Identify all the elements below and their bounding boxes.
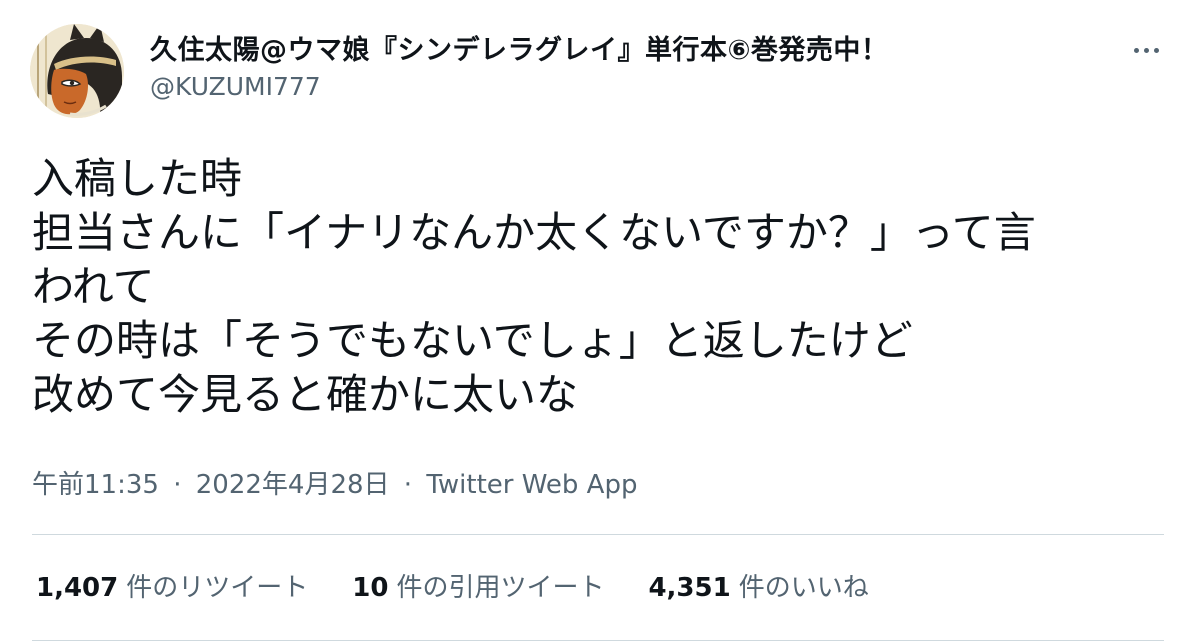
tweet-text: 入稿した時 担当さんに「イナリなんか太くないですか？」って言 われて その時は「… [32, 152, 1172, 422]
tweet-source-link[interactable]: Twitter Web App [426, 470, 637, 500]
tweet-card: 久住太陽@ウマ娘『シンデレラグレイ』単行本⑥巻発売中！ @KUZUMI777 入… [0, 0, 1200, 642]
like-label: 件のいいね [738, 573, 869, 603]
quote-count: 10 [352, 573, 389, 603]
divider [32, 534, 1164, 535]
avatar[interactable] [30, 24, 124, 118]
tweet-stats: 1,407 件のリツイート 10 件の引用ツイート 4,351 件のいいね [36, 567, 913, 604]
tweet-text-line: 担当さんに「イナリなんか太くないですか？」って言 [32, 208, 1036, 257]
tweet-text-line: その時は「そうでもないでしょ」と返したけど [32, 316, 913, 365]
tweet-text-line: 改めて今見ると確かに太いな [32, 370, 579, 419]
retweet-label: 件のリツイート [126, 573, 309, 603]
more-icon[interactable] [1128, 40, 1164, 60]
tweet-date: 2022年4月28日 [195, 470, 390, 500]
like-count: 4,351 [648, 573, 731, 603]
author-handle[interactable]: @KUZUMI777 [150, 72, 321, 101]
divider [32, 640, 1164, 641]
avatar-image [30, 24, 124, 118]
likes-stat-link[interactable]: 4,351 件のいいね [648, 567, 868, 604]
author-display-name[interactable]: 久住太陽@ウマ娘『シンデレラグレイ』単行本⑥巻発売中！ [150, 28, 888, 67]
retweet-count: 1,407 [36, 573, 119, 603]
tweet-text-line: われて [32, 262, 155, 311]
tweet-time: 午前11:35 [32, 470, 159, 500]
quote-label: 件の引用ツイート [396, 573, 605, 603]
retweets-stat-link[interactable]: 1,407 件のリツイート [36, 567, 308, 604]
quotes-stat-link[interactable]: 10 件の引用ツイート [352, 567, 604, 604]
meta-separator: · [403, 470, 413, 500]
meta-separator: · [173, 470, 182, 500]
tweet-meta: 午前11:35 · 2022年4月28日 · Twitter Web App [32, 464, 637, 501]
tweet-time-link[interactable]: 午前11:35 · 2022年4月28日 [32, 470, 390, 500]
tweet-text-line: 入稿した時 [32, 154, 243, 203]
